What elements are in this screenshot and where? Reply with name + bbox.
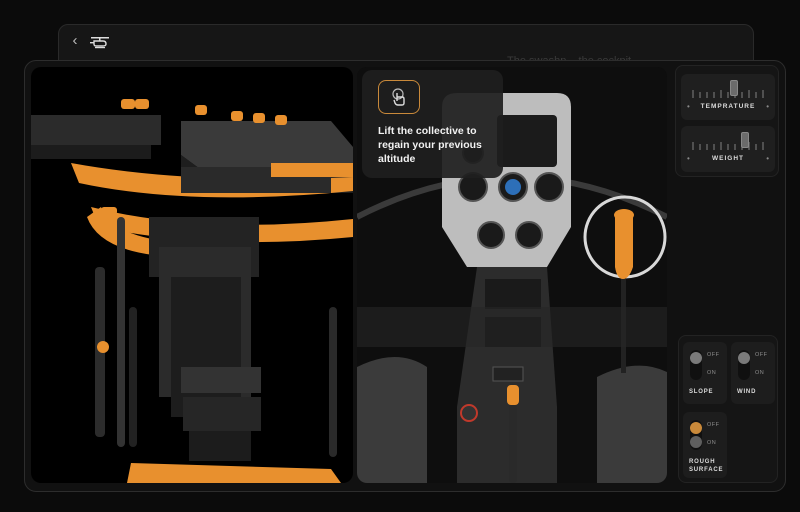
weight-slider-knob[interactable]	[741, 132, 750, 148]
slider-scale	[692, 142, 764, 150]
slider-max-dot: •	[766, 154, 769, 163]
surface-toggles: OFF ON SLOPE OFF ON WIND OFF ON ROUGH SU…	[678, 335, 778, 483]
rough-surface-label: ROUGH SURFACE	[689, 459, 724, 473]
temperature-label: TEMPRATURE	[700, 103, 756, 110]
slider-max-dot: •	[766, 102, 769, 111]
wind-label: WIND	[737, 389, 757, 395]
chevron-left-icon[interactable]: ‹	[67, 33, 83, 49]
slope-toggle-card: OFF ON SLOPE	[683, 342, 727, 404]
toggle-thumb	[690, 352, 702, 364]
environment-sliders: • TEMPRATURE • • WEIGHT •	[675, 65, 779, 177]
slider-scale	[692, 90, 764, 98]
wind-toggle[interactable]	[738, 350, 750, 380]
rough-surface-toggle-card: OFF ON ROUGH SURFACE	[683, 412, 727, 478]
toggle-thumb	[738, 352, 750, 364]
slope-toggle[interactable]	[690, 350, 702, 380]
weight-slider[interactable]: • WEIGHT •	[681, 126, 775, 172]
toggle-on-label: ON	[755, 370, 765, 376]
toggle-off-label: OFF	[707, 422, 720, 428]
slope-label: SLOPE	[689, 389, 714, 395]
main-window: Lift the collective to regain your previ…	[24, 60, 786, 492]
swashplate-render	[31, 99, 353, 483]
toggle-thumb-secondary	[690, 436, 702, 448]
toggle-off-label: OFF	[755, 352, 768, 358]
rough-surface-toggle[interactable]	[690, 420, 702, 450]
temperature-slider-knob[interactable]	[729, 80, 738, 96]
helicopter-icon	[90, 37, 109, 49]
hint-text: Lift the collective to regain your previ…	[378, 125, 482, 165]
temperature-slider[interactable]: • TEMPRATURE •	[681, 74, 775, 120]
toggle-off-label: OFF	[707, 352, 720, 358]
wind-toggle-card: OFF ON WIND	[731, 342, 775, 404]
toggle-on-label: ON	[707, 440, 717, 446]
weight-label: WEIGHT	[712, 155, 744, 162]
touch-hand-icon[interactable]	[378, 80, 420, 114]
swashplate-view[interactable]	[31, 67, 353, 483]
toggle-on-label: ON	[707, 370, 717, 376]
hint-card: Lift the collective to regain your previ…	[362, 70, 503, 178]
toggle-thumb	[690, 422, 702, 434]
